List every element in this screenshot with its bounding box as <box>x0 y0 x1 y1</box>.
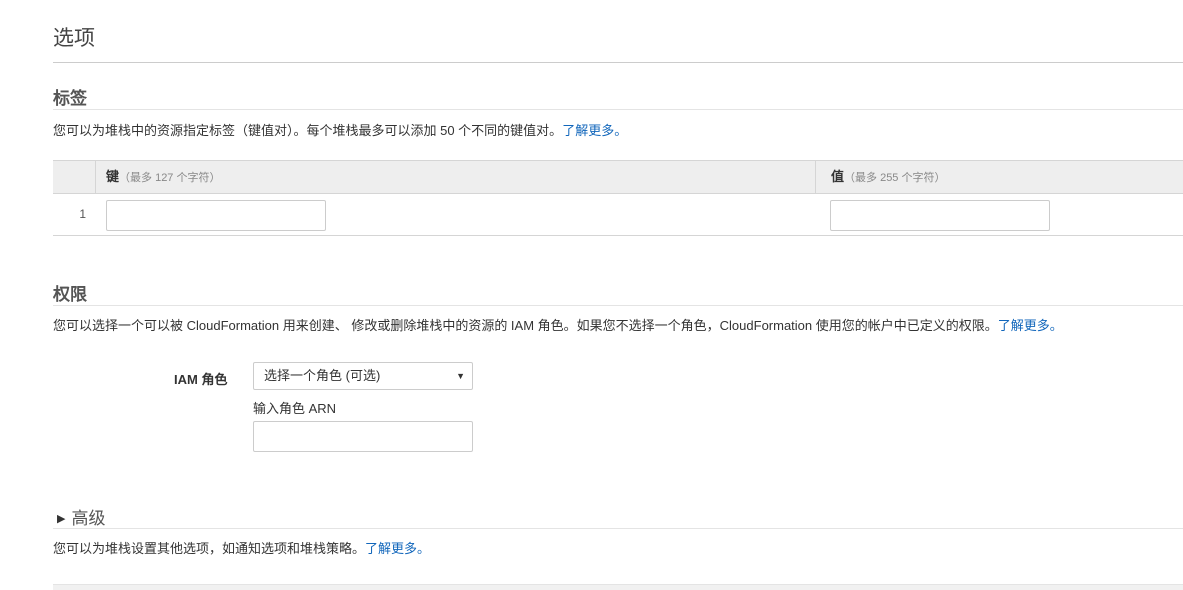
row-number: 1 <box>79 207 86 221</box>
key-header-label: 键 <box>106 169 120 184</box>
expand-triangle-icon: ▶ <box>57 513 66 525</box>
tags-table: 键（最多 127 个字符） 值（最多 255 个字符） 1 <box>53 160 1183 236</box>
permissions-description-text: 您可以选择一个可以被 CloudFormation 用来创建、 修改或删除堆栈中… <box>53 318 998 333</box>
iam-role-label: IAM 角色 <box>174 372 228 387</box>
iam-role-select-value: 选择一个角色 (可选) <box>264 368 381 383</box>
value-header-label: 值 <box>831 169 845 184</box>
iam-role-select[interactable]: 选择一个角色 (可选) ▼ <box>253 362 473 390</box>
advanced-learn-more-link[interactable]: 了解更多。 <box>365 541 430 556</box>
advanced-section-title: 高级 <box>71 509 106 528</box>
tags-table-header: 键（最多 127 个字符） 值（最多 255 个字符） <box>53 160 1183 194</box>
advanced-description-text: 您可以为堆栈设置其他选项，如通知选项和堆栈策略。 <box>53 541 366 556</box>
tag-value-input[interactable] <box>830 200 1050 231</box>
advanced-divider <box>53 528 1183 529</box>
footer-bar <box>53 584 1183 590</box>
tags-section-title: 标签 <box>53 89 87 108</box>
row-number-header <box>53 161 96 193</box>
tags-description-text: 您可以为堆栈中的资源指定标签（键值对）。每个堆栈最多可以添加 50 个不同的键值… <box>53 123 563 138</box>
key-column-header: 键（最多 127 个字符） <box>96 161 816 193</box>
options-page: 选项 标签 您可以为堆栈中的资源指定标签（键值对）。每个堆栈最多可以添加 50 … <box>0 0 1183 590</box>
permissions-description: 您可以选择一个可以被 CloudFormation 用来创建、 修改或删除堆栈中… <box>53 315 1063 334</box>
value-header-hint: （最多 255 个字符） <box>844 172 946 184</box>
permissions-divider <box>53 305 1183 306</box>
key-header-hint: （最多 127 个字符） <box>119 172 221 184</box>
advanced-description: 您可以为堆栈设置其他选项，如通知选项和堆栈策略。了解更多。 <box>53 538 430 557</box>
role-arn-input[interactable] <box>253 421 473 452</box>
advanced-section-toggle[interactable]: ▶ 高级 <box>57 504 105 529</box>
table-row: 1 <box>53 194 1183 236</box>
permissions-section-title: 权限 <box>53 285 87 304</box>
tags-description: 您可以为堆栈中的资源指定标签（键值对）。每个堆栈最多可以添加 50 个不同的键值… <box>53 120 627 139</box>
permissions-learn-more-link[interactable]: 了解更多。 <box>998 318 1063 333</box>
title-divider <box>53 62 1183 63</box>
tags-divider <box>53 109 1183 110</box>
chevron-down-icon: ▼ <box>456 371 465 381</box>
tags-learn-more-link[interactable]: 了解更多。 <box>562 123 627 138</box>
page-title: 选项 <box>53 27 95 50</box>
role-arn-label: 输入角色 ARN <box>253 401 337 416</box>
value-column-header: 值（最多 255 个字符） <box>816 161 1183 193</box>
tag-key-input[interactable] <box>106 200 326 231</box>
